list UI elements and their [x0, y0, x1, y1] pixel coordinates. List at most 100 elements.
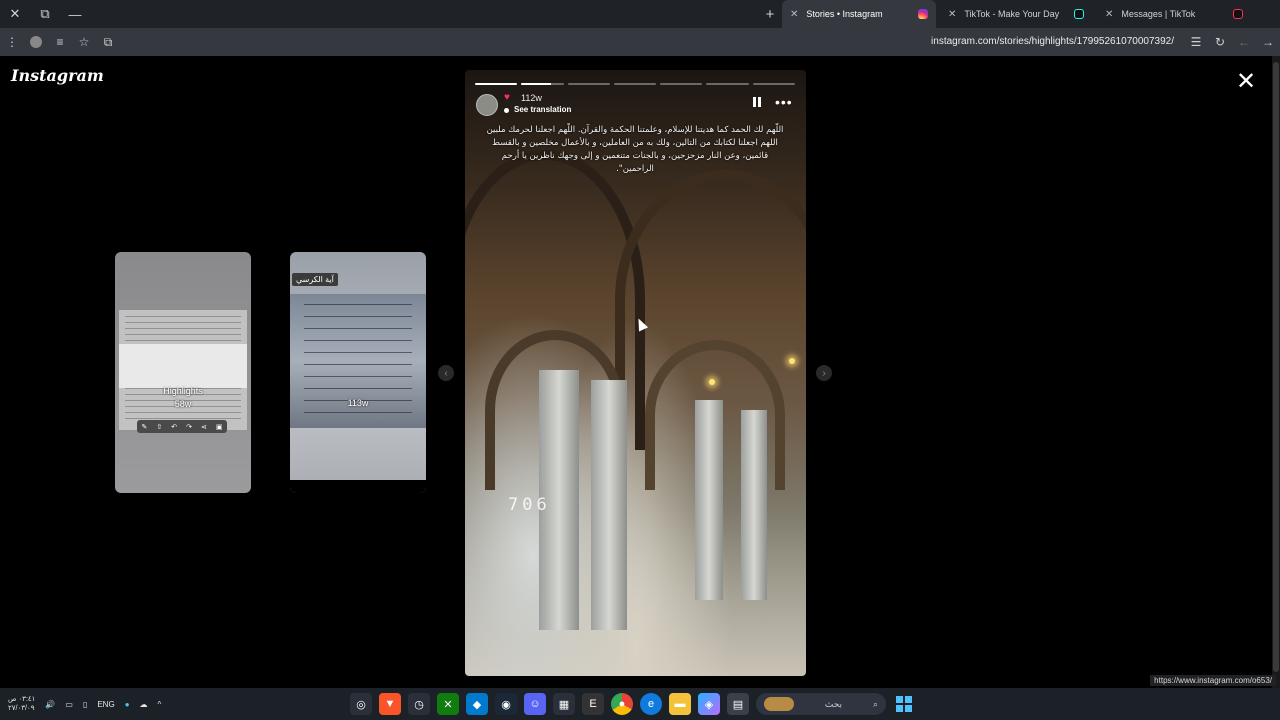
save-icon: ▣: [215, 423, 223, 431]
discord-icon[interactable]: ☺: [524, 693, 546, 715]
story-progress-bar: [475, 83, 795, 85]
translate-dot-icon: [504, 108, 509, 113]
steam-app-icon[interactable]: ◉: [495, 693, 517, 715]
windows-taskbar: ٠٣:٤١ ص ٢٧/٠٣/٠٩ 🔊 ▭ ▯ ENG ● ☁ ^ ◎ ▼ ◷ ✕…: [0, 688, 1280, 720]
tab-close-icon[interactable]: ✕: [790, 9, 798, 20]
pen-icon: ✎: [141, 423, 148, 431]
edge-icon[interactable]: e: [640, 693, 662, 715]
next-story-icon[interactable]: ›: [816, 365, 832, 381]
more-options-icon[interactable]: •••: [775, 94, 793, 110]
reading-list-icon[interactable]: ≡: [48, 28, 72, 56]
taskbar-apps: ◎ ▼ ◷ ✕ ◆ ◉ ☺ ▦ E ● e ▬ ◈ ▤ بحث ⌕: [350, 693, 915, 715]
microphone-icon[interactable]: ●: [125, 700, 130, 709]
highlight-preview-2[interactable]: آية الكرسي 113w: [290, 252, 426, 493]
bookmark-star-icon[interactable]: ☆: [72, 28, 96, 56]
copilot-icon[interactable]: ◈: [698, 693, 720, 715]
store-icon[interactable]: ▦: [553, 693, 575, 715]
search-thumbnail: [764, 697, 794, 711]
system-tray: ٠٣:٤١ ص ٢٧/٠٣/٠٩ 🔊 ▭ ▯ ENG ● ☁ ^: [8, 688, 161, 720]
taskbar-search[interactable]: بحث ⌕: [756, 693, 886, 715]
tab-tiktok[interactable]: ✕ TikTok - Make Your Day: [940, 0, 1092, 28]
new-tab-icon[interactable]: +: [760, 4, 780, 24]
pillar-shape: [741, 410, 767, 600]
pause-icon[interactable]: [753, 97, 761, 107]
clock[interactable]: ٠٣:٤١ ص ٢٧/٠٣/٠٩: [8, 695, 35, 713]
story-age: 112w: [521, 93, 542, 103]
active-story[interactable]: ♥ 112w See translation ••• اللّهم لك الح…: [465, 70, 806, 676]
tiktok-favicon-icon: [1074, 9, 1084, 19]
see-translation-link[interactable]: See translation: [514, 105, 571, 114]
url-text[interactable]: instagram.com/stories/highlights/1799526…: [931, 36, 1174, 47]
share-icon[interactable]: ⧉: [96, 28, 120, 56]
windows-start-icon[interactable]: [893, 693, 915, 715]
tab-label: Messages | TikTok: [1121, 9, 1196, 19]
clock-app-icon[interactable]: ◷: [408, 693, 430, 715]
clock-time: ٠٣:٤١ ص: [8, 696, 36, 703]
progress-segment: [475, 83, 518, 85]
search-icon: ⌕: [872, 698, 878, 709]
story-counter-text: 706: [508, 495, 551, 515]
heart-icon: ♥: [504, 92, 510, 103]
redo-icon: ↷: [186, 423, 192, 431]
share-icon: ⋖: [201, 423, 207, 431]
brave-icon[interactable]: ▼: [379, 693, 401, 715]
story-avatar[interactable]: [476, 94, 498, 116]
preview-title: Highlights: [163, 386, 203, 396]
reload-icon[interactable]: ↻: [1208, 28, 1232, 56]
progress-segment: [567, 83, 610, 85]
highlight-preview-1[interactable]: Highlights 58w ✎ ⇧ ↶ ↷ ⋖ ▣: [115, 252, 251, 493]
upload-icon: ⇧: [156, 423, 163, 431]
site-settings-icon[interactable]: ☰: [1184, 28, 1208, 56]
tab-close-icon[interactable]: ✕: [948, 9, 956, 20]
previous-story-icon[interactable]: ‹: [438, 365, 454, 381]
tab-close-icon[interactable]: ✕: [1105, 9, 1113, 20]
tab-tiktok-messages[interactable]: ✕ Messages | TikTok: [1097, 0, 1251, 28]
progress-fill: [475, 83, 518, 85]
progress-segment: [660, 83, 703, 85]
undo-icon: ↶: [171, 423, 178, 431]
battery-icon[interactable]: ▯: [83, 700, 87, 709]
restore-window-icon[interactable]: ⧉: [30, 0, 60, 28]
lamp-shape: [789, 358, 795, 364]
card-thumbnail: [119, 344, 247, 388]
language-indicator[interactable]: ENG: [97, 700, 114, 709]
progress-fill: [521, 83, 551, 85]
preview-age: 58w: [174, 399, 192, 409]
instagram-logo[interactable]: Instagram: [11, 66, 104, 85]
profile-avatar-icon[interactable]: [24, 28, 48, 56]
cloud-icon[interactable]: ☁: [140, 700, 148, 709]
progress-segment: [752, 83, 795, 85]
close-window-icon[interactable]: ✕: [0, 0, 30, 28]
lamp-shape: [709, 379, 715, 385]
progress-segment: [521, 83, 564, 85]
minimize-window-icon[interactable]: —: [60, 0, 90, 28]
instagram-favicon-icon: [918, 9, 928, 19]
chrome-icon[interactable]: ●: [611, 693, 633, 715]
chevron-up-icon[interactable]: ^: [158, 700, 162, 709]
instagram-stories-page: Instagram ✕ Highlights 58w ✎ ⇧ ↶ ↷ ⋖ ▣ آ…: [0, 56, 1280, 688]
story-caption: اللّهم لك الحمد كما هديتنا للإسلام، وعلم…: [486, 125, 784, 174]
tiktok-favicon-icon: [1233, 9, 1243, 19]
preview-bottom-bar: [290, 480, 426, 493]
close-story-icon[interactable]: ✕: [1234, 70, 1258, 94]
steam-icon[interactable]: ◎: [350, 693, 372, 715]
back-icon[interactable]: ←: [1232, 28, 1256, 56]
edit-toolbar: ✎ ⇧ ↶ ↷ ⋖ ▣: [137, 420, 227, 433]
tab-instagram-stories[interactable]: ✕ Stories • Instagram: [782, 0, 936, 28]
network-icon[interactable]: ▭: [65, 700, 73, 709]
preview-tag: آية الكرسي: [292, 273, 338, 286]
address-bar-actions: ☰ ↻ ← →: [1184, 28, 1280, 56]
speaker-icon[interactable]: 🔊: [45, 700, 55, 709]
notes-icon[interactable]: ▤: [727, 693, 749, 715]
status-url: https://www.instagram.com/o653/: [1150, 675, 1276, 686]
browser-tab-strip: ✕ ⧉ — + ✕ Stories • Instagram ✕ TikTok -…: [0, 0, 1280, 28]
forward-icon[interactable]: →: [1256, 28, 1280, 56]
xbox-icon[interactable]: ✕: [437, 693, 459, 715]
epic-games-icon[interactable]: E: [582, 693, 604, 715]
menu-icon[interactable]: ⋮: [0, 28, 24, 56]
progress-segment: [613, 83, 657, 85]
file-explorer-icon[interactable]: ▬: [669, 693, 691, 715]
vscode-icon[interactable]: ◆: [466, 693, 488, 715]
page-scrollbar[interactable]: [1272, 56, 1280, 688]
pillar-shape: [695, 400, 723, 600]
